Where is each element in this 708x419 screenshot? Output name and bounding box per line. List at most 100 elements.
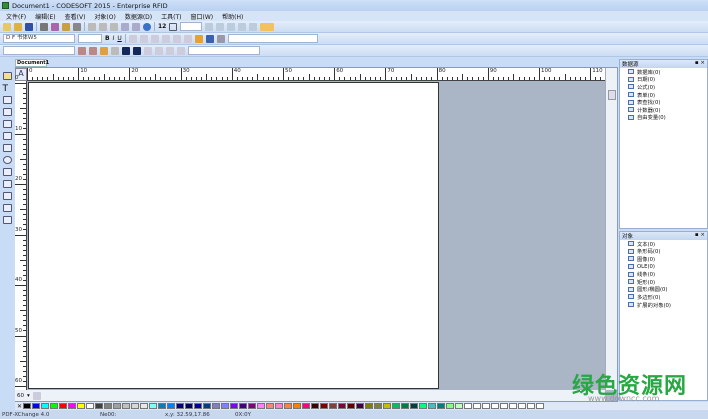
open-icon[interactable] bbox=[14, 22, 22, 31]
list-item[interactable]: 日期(0) bbox=[620, 76, 707, 83]
color-swatch[interactable] bbox=[473, 403, 482, 409]
color-swatch[interactable] bbox=[509, 403, 518, 409]
font-combo[interactable]: D F 书体W5 bbox=[3, 34, 75, 43]
list-item[interactable]: 数据库(0) bbox=[620, 68, 707, 76]
space-horizontal-icon[interactable] bbox=[155, 46, 163, 55]
color-swatch[interactable] bbox=[194, 403, 203, 409]
scroll-thumb[interactable] bbox=[608, 90, 616, 100]
polygon-tool-icon[interactable] bbox=[2, 168, 12, 176]
color-swatch[interactable] bbox=[428, 403, 437, 409]
menu-edit[interactable]: 编辑(E) bbox=[35, 12, 55, 21]
print-icon[interactable] bbox=[40, 22, 48, 31]
justify-icon[interactable] bbox=[161, 34, 170, 43]
layer-combo[interactable] bbox=[3, 46, 75, 55]
color-swatch[interactable] bbox=[518, 403, 527, 409]
color-swatch[interactable] bbox=[104, 403, 113, 409]
color-swatch[interactable] bbox=[149, 403, 158, 409]
same-height-icon[interactable] bbox=[177, 46, 185, 55]
zoom-out-icon[interactable] bbox=[205, 22, 214, 31]
list-item[interactable]: 表单(0) bbox=[620, 91, 707, 99]
color-swatch[interactable] bbox=[527, 403, 536, 409]
color-swatch[interactable] bbox=[311, 403, 320, 409]
help-icon[interactable] bbox=[143, 22, 151, 31]
bold-icon[interactable]: B bbox=[105, 35, 110, 42]
color-swatch[interactable] bbox=[32, 403, 41, 409]
color-swatch[interactable] bbox=[329, 403, 338, 409]
color-swatch[interactable] bbox=[275, 403, 284, 409]
rectangle-tool-icon[interactable] bbox=[2, 144, 12, 152]
copy-icon[interactable] bbox=[99, 22, 107, 31]
color-swatch[interactable] bbox=[140, 403, 149, 409]
color-swatch[interactable] bbox=[59, 403, 68, 409]
color-swatch[interactable] bbox=[347, 403, 356, 409]
save-icon[interactable] bbox=[25, 22, 33, 31]
image-tool-icon[interactable] bbox=[2, 108, 12, 116]
color-swatch[interactable] bbox=[23, 403, 32, 409]
color-swatch[interactable] bbox=[95, 403, 104, 409]
freeline-tool-icon[interactable] bbox=[2, 180, 12, 188]
italic-icon[interactable]: I bbox=[113, 35, 115, 42]
list-item[interactable]: 扩展的对象(0) bbox=[620, 301, 707, 309]
align-bottom-icon[interactable] bbox=[183, 34, 192, 43]
cut-icon[interactable] bbox=[88, 22, 96, 31]
database-icon[interactable] bbox=[205, 34, 214, 43]
menu-help[interactable]: 帮助(H) bbox=[222, 12, 243, 21]
color-swatch[interactable] bbox=[239, 403, 248, 409]
color-swatch[interactable] bbox=[392, 403, 401, 409]
undo-icon[interactable] bbox=[121, 22, 129, 31]
close-icon[interactable]: ▪ × bbox=[695, 60, 705, 68]
color-swatch[interactable] bbox=[77, 403, 86, 409]
color-swatch[interactable] bbox=[464, 403, 473, 409]
object-combo[interactable] bbox=[188, 46, 260, 55]
vertical-scrollbar[interactable] bbox=[605, 68, 617, 390]
color-swatch[interactable] bbox=[419, 403, 428, 409]
color-swatch[interactable] bbox=[536, 403, 545, 409]
color-swatch[interactable] bbox=[68, 403, 77, 409]
color-swatch[interactable] bbox=[113, 403, 122, 409]
align-right-icon[interactable] bbox=[150, 34, 159, 43]
list-item[interactable]: 线条(0) bbox=[620, 270, 707, 278]
properties-icon[interactable] bbox=[194, 34, 203, 43]
no-color-icon[interactable]: ✕ bbox=[17, 403, 22, 410]
page-icon[interactable] bbox=[169, 22, 178, 31]
color-swatch[interactable] bbox=[50, 403, 59, 409]
zoom-page-icon[interactable] bbox=[238, 22, 247, 31]
color-swatch[interactable] bbox=[500, 403, 509, 409]
zoom-value[interactable]: 12 bbox=[158, 23, 166, 30]
color-swatch[interactable] bbox=[446, 403, 455, 409]
color-swatch[interactable] bbox=[266, 403, 275, 409]
paste-icon[interactable] bbox=[110, 22, 118, 31]
ungroup-icon[interactable] bbox=[89, 46, 97, 55]
page-button[interactable] bbox=[32, 391, 41, 400]
line-tool-icon[interactable] bbox=[2, 132, 12, 140]
rotate-left-icon[interactable] bbox=[122, 46, 130, 55]
chevron-down-icon[interactable]: ▾ bbox=[27, 393, 30, 399]
list-item[interactable]: 文本(0) bbox=[620, 240, 707, 248]
zoom-in-icon[interactable] bbox=[216, 22, 225, 31]
list-item[interactable]: 图像(0) bbox=[620, 255, 707, 263]
menu-datasource[interactable]: 数据源(D) bbox=[125, 12, 152, 21]
color-swatch[interactable] bbox=[338, 403, 347, 409]
style-combo[interactable] bbox=[227, 34, 318, 43]
new-icon[interactable] bbox=[3, 22, 11, 31]
color-swatch[interactable] bbox=[221, 403, 230, 409]
color-swatch[interactable] bbox=[410, 403, 419, 409]
ellipse-tool-icon[interactable] bbox=[2, 156, 12, 164]
rotate-icon[interactable] bbox=[100, 46, 108, 55]
color-swatch[interactable] bbox=[176, 403, 185, 409]
color-swatch[interactable] bbox=[131, 403, 140, 409]
color-swatch[interactable] bbox=[41, 403, 50, 409]
color-swatch[interactable] bbox=[212, 403, 221, 409]
rotate-right-icon[interactable] bbox=[133, 46, 141, 55]
color-swatch[interactable] bbox=[365, 403, 374, 409]
lock-icon[interactable] bbox=[111, 46, 119, 55]
ole-tool-icon[interactable] bbox=[2, 120, 12, 128]
zoom-combo[interactable] bbox=[180, 22, 203, 31]
menu-tools[interactable]: 工具(T) bbox=[161, 12, 181, 21]
color-swatch[interactable] bbox=[86, 403, 95, 409]
print-preview-icon[interactable] bbox=[51, 22, 59, 31]
list-item[interactable]: 公式(0) bbox=[620, 83, 707, 91]
form-icon[interactable] bbox=[216, 34, 225, 43]
color-swatch[interactable] bbox=[320, 403, 329, 409]
document-tab[interactable]: Document1 bbox=[15, 59, 49, 67]
